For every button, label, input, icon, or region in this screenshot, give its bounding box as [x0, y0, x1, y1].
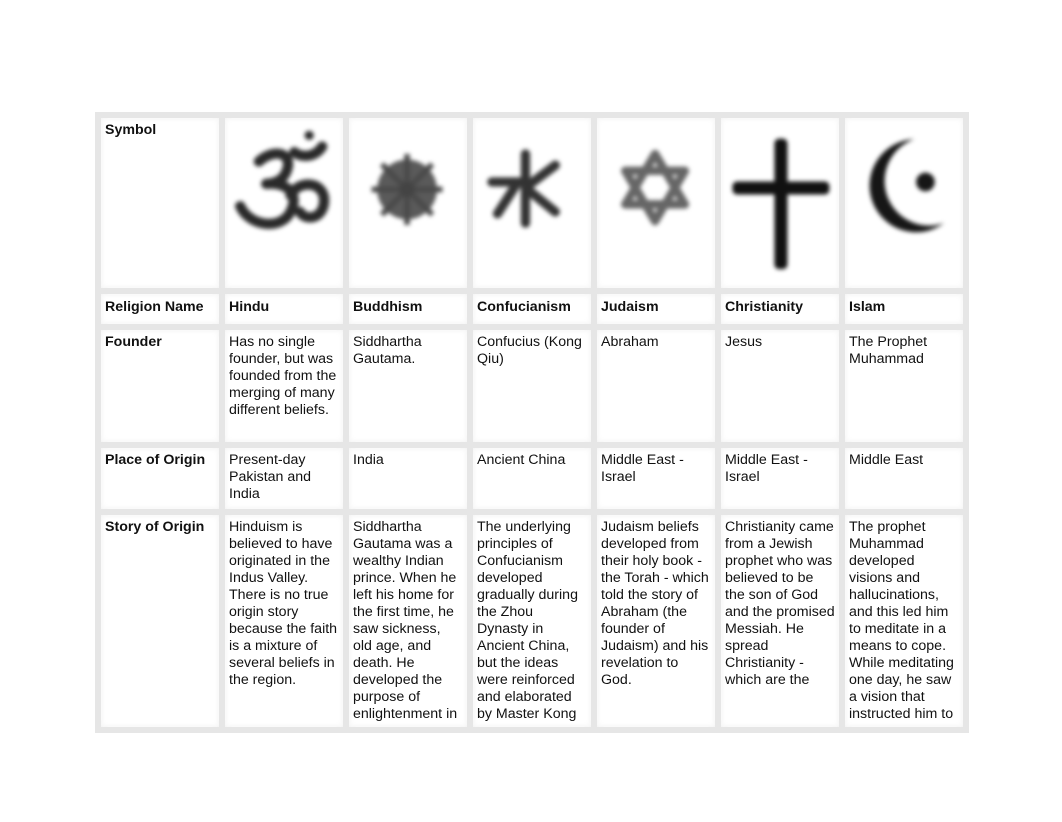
religion-name-cell: Confucianism [467, 288, 597, 330]
row-label-religion-name: Religion Name [95, 288, 225, 330]
row-label-place-of-origin: Place of Origin [95, 442, 225, 515]
religion-name-cell: Buddhism [343, 288, 473, 330]
cross-icon [725, 122, 835, 284]
story-of-origin-cell: Judaism beliefs developed from their hol… [591, 509, 721, 733]
founder-cell: Jesus [715, 324, 845, 448]
row-label-symbol: Symbol [95, 112, 225, 294]
place-of-origin-row: Place of Origin Present-day Pakistan and… [95, 442, 969, 515]
symbol-row: Symbol [95, 112, 969, 294]
religions-comparison-table: Symbol Religion Name Hindu Buddhism Conf… [95, 112, 969, 733]
founder-cell: Has no single founder, but was founded f… [219, 324, 349, 448]
story-of-origin-cell: The prophet Muhammad developed visions a… [839, 509, 969, 733]
place-of-origin-cell: Middle East - Israel [715, 442, 845, 515]
place-of-origin-cell: Ancient China [467, 442, 597, 515]
symbol-cell-islam [839, 112, 969, 294]
story-of-origin-row: Story of Origin Hinduism is believed to … [95, 509, 969, 733]
place-of-origin-cell: Middle East - Israel [591, 442, 721, 515]
religion-name-cell: Judaism [591, 288, 721, 330]
religion-name-cell: Hindu [219, 288, 349, 330]
founder-cell: Abraham [591, 324, 721, 448]
symbol-cell-buddhism [343, 112, 473, 294]
founder-cell: Confucius (Kong Qiu) [467, 324, 597, 448]
founder-cell: Siddhartha Gautama. [343, 324, 473, 448]
founder-cell: The Prophet Muhammad [839, 324, 969, 448]
symbol-cell-confucianism [467, 112, 597, 294]
star-of-david-icon [601, 122, 711, 284]
religion-name-row: Religion Name Hindu Buddhism Confucianis… [95, 288, 969, 330]
place-of-origin-cell: Middle East [839, 442, 969, 515]
religion-name-cell: Christianity [715, 288, 845, 330]
religion-name-cell: Islam [839, 288, 969, 330]
story-of-origin-cell: The underlying principles of Confucianis… [467, 509, 597, 733]
om-icon [229, 122, 339, 284]
story-of-origin-cell: Siddhartha Gautama was a wealthy Indian … [343, 509, 473, 733]
place-of-origin-cell: Present-day Pakistan and India [219, 442, 349, 515]
dharma-wheel-icon [353, 122, 463, 284]
row-label-story-of-origin: Story of Origin [95, 509, 225, 733]
founder-row: Founder Has no single founder, but was f… [95, 324, 969, 448]
story-of-origin-cell: Hinduism is believed to have originated … [219, 509, 349, 733]
crescent-icon [849, 122, 959, 284]
place-of-origin-cell: India [343, 442, 473, 515]
story-of-origin-cell: Christianity came from a Jewish prophet … [715, 509, 845, 733]
symbol-cell-christianity [715, 112, 845, 294]
document-page: Symbol Religion Name Hindu Buddhism Conf… [0, 0, 1062, 822]
row-label-founder: Founder [95, 324, 225, 448]
confucian-water-symbol-icon [477, 122, 587, 284]
symbol-cell-hindu [219, 112, 349, 294]
symbol-cell-judaism [591, 112, 721, 294]
